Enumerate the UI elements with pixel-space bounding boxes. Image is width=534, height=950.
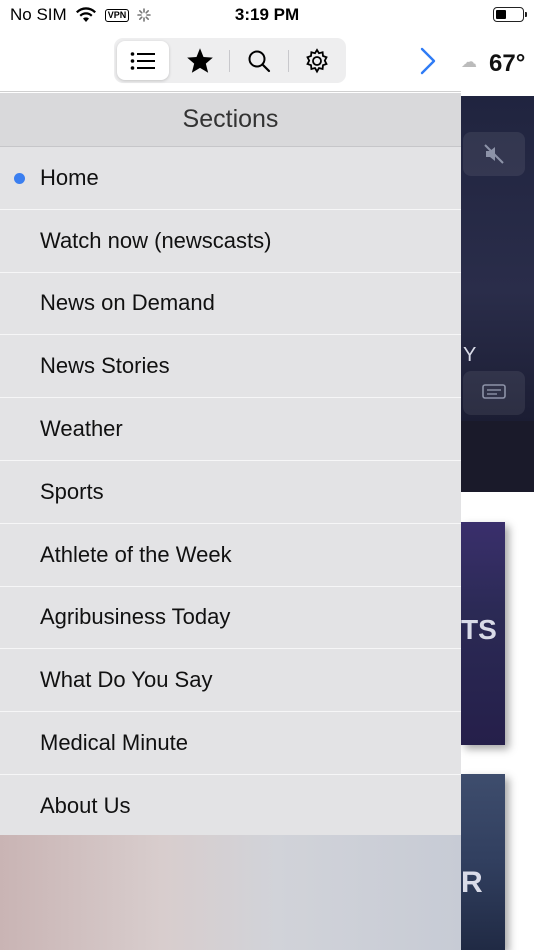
- selected-indicator: [14, 173, 25, 184]
- sections-menu: Home Watch now (newscasts) News on Deman…: [0, 147, 461, 838]
- gear-icon: [306, 47, 328, 73]
- captions-button[interactable]: [463, 371, 525, 415]
- sections-title: Sections: [182, 105, 279, 133]
- tab-settings[interactable]: [288, 38, 345, 83]
- star-icon: [187, 48, 214, 73]
- sections-drawer: Sections Home Watch now (newscasts) News…: [0, 30, 461, 950]
- background-story-card[interactable]: TS: [461, 522, 505, 745]
- menu-item-label: Weather: [40, 416, 123, 442]
- chevron-right-icon: [420, 47, 436, 75]
- menu-item-medical-minute[interactable]: Medical Minute: [0, 712, 461, 775]
- status-bar: No SIM VPN 3:19 PM: [0, 0, 534, 30]
- mute-button[interactable]: [463, 132, 525, 176]
- battery-icon: [493, 7, 527, 22]
- list-icon: [130, 51, 155, 70]
- menu-item-what-do-you-say[interactable]: What Do You Say: [0, 649, 461, 713]
- video-caption-fragment: Y: [463, 344, 477, 366]
- video-frame: Y: [461, 96, 534, 421]
- menu-item-label: News on Demand: [40, 290, 215, 316]
- menu-item-sports[interactable]: Sports: [0, 460, 461, 524]
- card-title-fragment: TS: [461, 614, 497, 645]
- menu-item-news-stories[interactable]: News Stories: [0, 335, 461, 399]
- menu-item-label: News Stories: [40, 353, 170, 379]
- close-drawer-button[interactable]: [416, 44, 440, 78]
- tab-favorites[interactable]: [172, 38, 229, 83]
- menu-item-label: Agribusiness Today: [40, 604, 231, 630]
- menu-item-home[interactable]: Home: [0, 147, 461, 210]
- card-title-fragment: R: [461, 866, 483, 899]
- menu-item-label: Medical Minute: [40, 730, 188, 756]
- menu-item-agribusiness-today[interactable]: Agribusiness Today: [0, 586, 461, 650]
- tab-search[interactable]: [230, 38, 287, 83]
- captions-icon: [482, 384, 506, 399]
- sections-header: Sections: [0, 93, 461, 147]
- menu-item-label: What Do You Say: [40, 667, 213, 693]
- menu-item-weather[interactable]: Weather: [0, 398, 461, 461]
- background-video-player[interactable]: Y: [461, 96, 534, 492]
- menu-item-label: Watch now (newscasts): [40, 227, 272, 253]
- menu-item-watch-now[interactable]: Watch now (newscasts): [0, 209, 461, 273]
- speaker-muted-icon: [484, 144, 504, 164]
- menu-item-label: Athlete of the Week: [40, 541, 232, 567]
- menu-item-label: Home: [40, 164, 99, 190]
- tab-sections-list[interactable]: [117, 41, 169, 80]
- status-time: 3:19 PM: [234, 5, 300, 24]
- background-app[interactable]: ☁ 67° Y TS R: [461, 30, 534, 950]
- toolbar-segmented-control: [114, 38, 346, 83]
- menu-item-label: Sports: [40, 478, 104, 504]
- drawer-toolbar: [0, 30, 461, 92]
- background-header: ☁ 67°: [461, 30, 534, 96]
- menu-item-athlete-of-the-week[interactable]: Athlete of the Week: [0, 523, 461, 587]
- menu-item-news-on-demand[interactable]: News on Demand: [0, 272, 461, 336]
- drawer-blurred-backdrop: [0, 835, 461, 950]
- menu-item-label: About Us: [40, 792, 131, 818]
- menu-item-about-us[interactable]: About Us: [0, 774, 461, 838]
- cloud-icon: ☁: [461, 54, 477, 71]
- background-story-card[interactable]: R: [461, 774, 505, 950]
- weather-temperature: 67°: [489, 50, 526, 77]
- search-icon: [248, 50, 270, 72]
